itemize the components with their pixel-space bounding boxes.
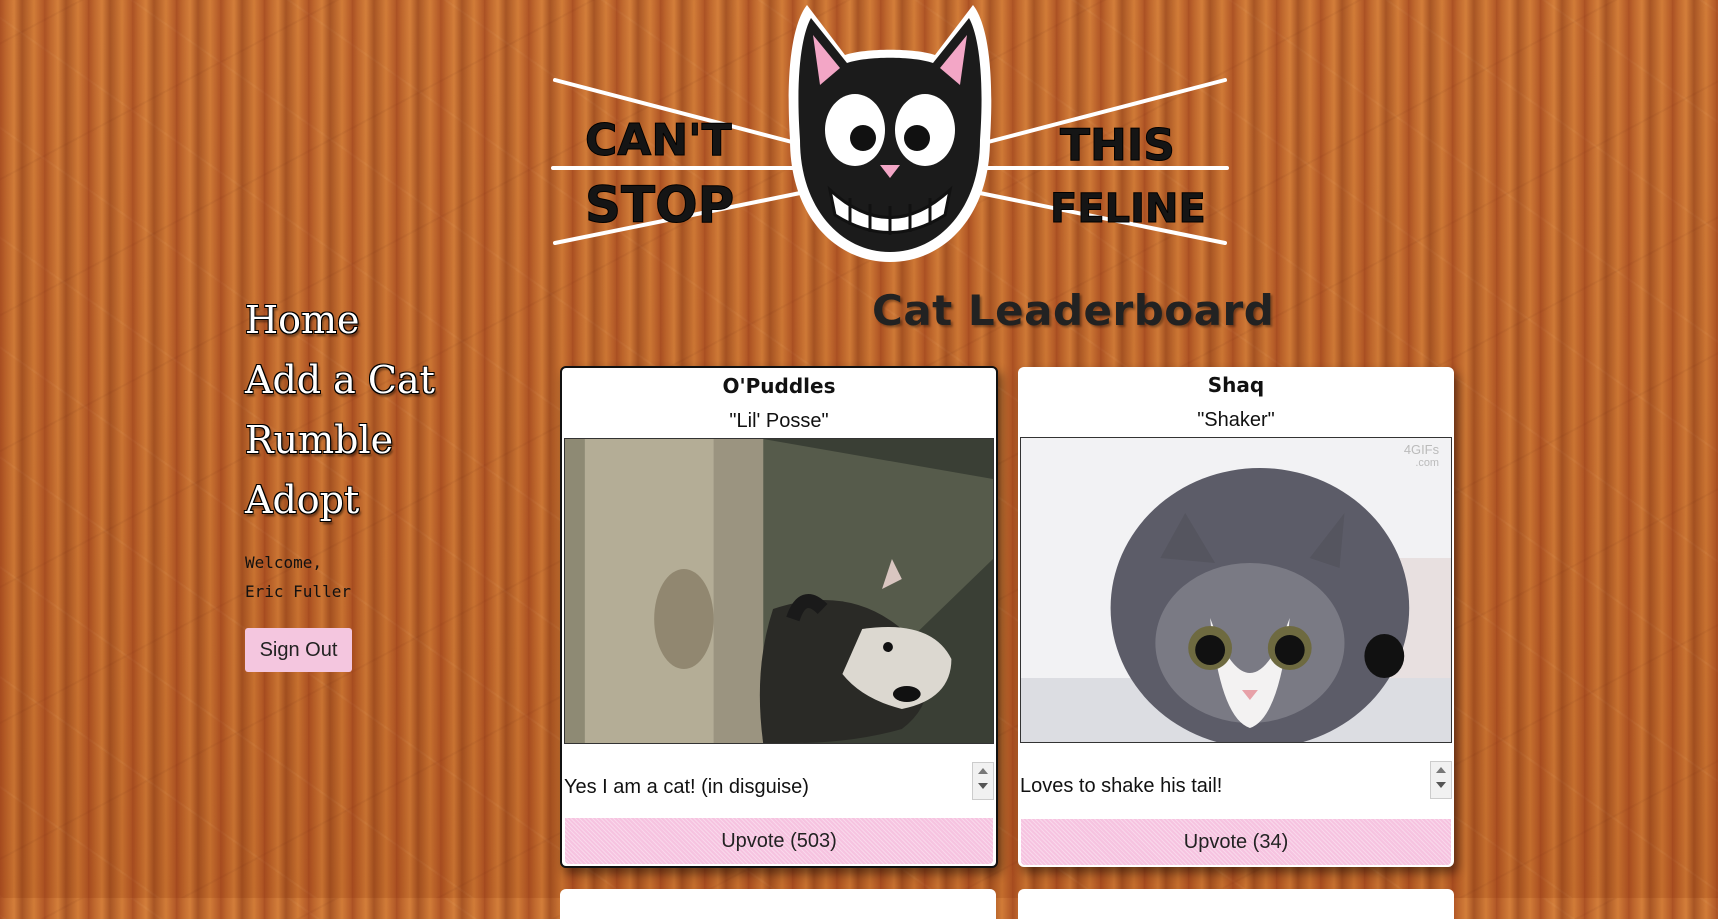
- scroll-up-icon[interactable]: [978, 768, 988, 774]
- logo-word-stop: STOP: [585, 176, 734, 234]
- scroll-down-icon[interactable]: [1436, 782, 1446, 788]
- upvote-button[interactable]: Upvote (503): [565, 818, 993, 864]
- cat-nickname: "Shaker": [1197, 409, 1275, 431]
- nav-adopt-link[interactable]: Adopt: [245, 470, 435, 530]
- main-nav: Home Add a Cat Rumble Adopt: [245, 290, 435, 530]
- scroll-up-icon[interactable]: [1436, 767, 1446, 773]
- cat-nickname: "Lil' Posse": [729, 410, 829, 432]
- description-scrollbar[interactable]: [972, 762, 994, 800]
- welcome-message: Welcome, Eric Fuller: [245, 548, 351, 606]
- sign-out-button[interactable]: Sign Out: [245, 628, 352, 672]
- description-scrollbar[interactable]: [1430, 761, 1452, 799]
- cat-photo: 4GIFs .com: [1020, 437, 1452, 743]
- gif-watermark-domain: .com: [1415, 457, 1439, 469]
- cant-stop-this-feline-logo: CAN'T STOP THIS FELINE: [545, 0, 1235, 265]
- scroll-down-icon[interactable]: [978, 783, 988, 789]
- cat-description: Loves to shake his tail!: [1020, 775, 1223, 797]
- welcome-label: Welcome,: [245, 553, 323, 572]
- cat-card-partial: [560, 889, 996, 919]
- cat-card: O'Puddles "Lil' Posse" Yes I am a cat! (…: [560, 366, 998, 868]
- nav-add-cat-link[interactable]: Add a Cat: [245, 350, 435, 410]
- nav-rumble-link[interactable]: Rumble: [245, 410, 435, 470]
- cat-card: Shaq "Shaker" 4GIFs .com Loves to shake …: [1018, 367, 1454, 867]
- upvote-button[interactable]: Upvote (34): [1021, 819, 1451, 865]
- cat-head-icon: [788, 5, 992, 262]
- gif-watermark: 4GIFs: [1404, 442, 1440, 457]
- user-name: Eric Fuller: [245, 582, 351, 601]
- logo-word-this: THIS: [1060, 120, 1175, 171]
- cat-card-partial: [1018, 889, 1454, 919]
- cat-description: Yes I am a cat! (in disguise): [564, 776, 809, 798]
- nav-home-link[interactable]: Home: [245, 290, 435, 350]
- cat-name: O'Puddles: [722, 374, 836, 398]
- cat-photo: [564, 438, 994, 744]
- cat-name: Shaq: [1207, 373, 1265, 397]
- logo-word-feline: FELINE: [1050, 186, 1206, 232]
- logo-word-cant: CAN'T: [585, 115, 732, 166]
- page-title: Cat Leaderboard: [872, 286, 1275, 335]
